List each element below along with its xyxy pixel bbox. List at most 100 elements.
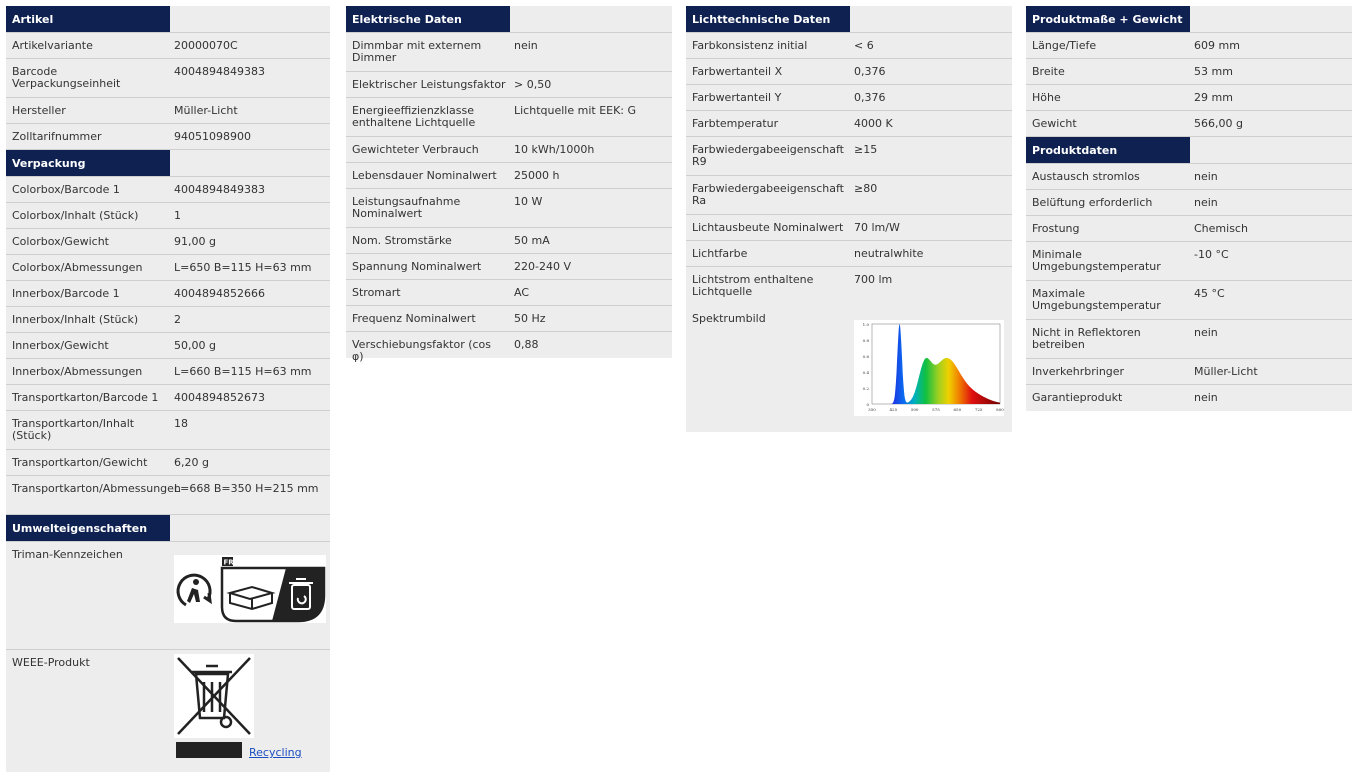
- row-value: ≥15: [854, 143, 878, 156]
- section-header-masse: Produktmaße + Gewicht: [1026, 6, 1352, 33]
- row-label: Nom. Stromstärke: [352, 234, 452, 247]
- row-label: Lebensdauer Nominalwert: [352, 169, 497, 182]
- y-tick-label: 1.0: [863, 322, 870, 327]
- row-label: WEEE-Produkt: [12, 656, 90, 669]
- row-value: 4004894852673: [174, 391, 265, 404]
- row-value: 1: [174, 209, 181, 222]
- row-value: 2: [174, 313, 181, 326]
- table-row: Breite 53 mm: [1026, 59, 1352, 85]
- section-title: Umwelteigenschaften: [6, 515, 170, 541]
- section-title: Elektrische Daten: [346, 6, 510, 32]
- x-tick-label: 575: [932, 407, 940, 412]
- table-row: Belüftung erforderlich nein: [1026, 190, 1352, 216]
- table-row: Farbwertanteil Y 0,376: [686, 85, 1012, 111]
- row-label: Zolltarifnummer: [12, 130, 102, 143]
- table-row: Nom. Stromstärke 50 mA: [346, 228, 672, 254]
- table-row: Farbkonsistenz initial < 6: [686, 33, 1012, 59]
- table-row: Farbtemperatur 4000 K: [686, 111, 1012, 137]
- row-label: Lichtfarbe: [692, 247, 748, 260]
- y-tick-label: 0.6: [863, 354, 870, 359]
- table-row: Lichtausbeute Nominalwert 70 lm/W: [686, 215, 1012, 241]
- section-title: Artikel: [6, 6, 170, 32]
- row-value: 50,00 g: [174, 339, 216, 352]
- table-row: Hersteller Müller-Licht: [6, 98, 330, 124]
- row-label: Maximale Umgebungstemperatur: [1032, 287, 1161, 312]
- section-header-elektrisch: Elektrische Daten: [346, 6, 672, 33]
- recycling-link[interactable]: Recycling: [249, 747, 302, 758]
- row-label: Farbwertanteil Y: [692, 91, 782, 104]
- row-value: AC: [514, 286, 530, 299]
- row-value: 10 W: [514, 195, 543, 208]
- table-row: WEEE-Produkt Recycling: [6, 650, 330, 772]
- section-header-verpackung: Verpackung: [6, 150, 330, 177]
- row-label: Colorbox/Inhalt (Stück): [12, 209, 139, 222]
- row-label: Innerbox/Abmessungen: [12, 365, 143, 378]
- x-tick-label: 425: [890, 407, 898, 412]
- row-value: L=660 B=115 H=63 mm: [174, 365, 312, 378]
- column-produkt: Produktmaße + Gewicht Länge/Tiefe 609 mm B…: [1026, 6, 1352, 411]
- table-row: Höhe 29 mm: [1026, 85, 1352, 111]
- row-value: L=668 B=350 H=215 mm: [174, 482, 319, 495]
- row-value: -10 °C: [1194, 248, 1229, 261]
- masse-rows: Länge/Tiefe 609 mm Breite 53 mm Höhe 29 mm Gew…: [1026, 33, 1352, 137]
- column-lichttechnische-daten: Lichttechnische Daten Farbkonsistenz ini…: [686, 6, 1012, 432]
- x-tick-label: 725: [975, 407, 983, 412]
- table-row: Verschiebungsfaktor (cos φ) 0,88: [346, 332, 672, 363]
- row-label: Triman-Kennzeichen: [12, 548, 123, 561]
- row-value: 609 mm: [1194, 39, 1240, 52]
- row-label: Nicht in Reflektoren betreiben: [1032, 326, 1141, 351]
- table-row: Elektrischer Leistungsfaktor > 0,50: [346, 72, 672, 98]
- table-row: Farbwertanteil X 0,376: [686, 59, 1012, 85]
- table-row: Innerbox/Abmessungen L=660 B=115 H=63 mm: [6, 359, 330, 385]
- x-tick-label: 650: [954, 407, 962, 412]
- section-header-produktdaten: Produktdaten: [1026, 137, 1352, 164]
- row-label: Garantieprodukt: [1032, 391, 1123, 404]
- row-value: nein: [1194, 196, 1218, 209]
- row-label: Colorbox/Abmessungen: [12, 261, 143, 274]
- table-row: Farbwiedergabeeigenschaft R9 ≥15: [686, 137, 1012, 176]
- fr-badge: FR: [224, 559, 235, 567]
- table-row: Lichtstrom enthaltene Lichtquelle 700 lm: [686, 267, 1012, 306]
- row-label: Frostung: [1032, 222, 1080, 235]
- row-label: Innerbox/Barcode 1: [12, 287, 120, 300]
- table-row: Colorbox/Gewicht 91,00 g: [6, 229, 330, 255]
- row-label: Colorbox/Gewicht: [12, 235, 109, 248]
- row-label: Stromart: [352, 286, 401, 299]
- x-tick-label: 500: [911, 407, 919, 412]
- section-title: Verpackung: [6, 150, 170, 176]
- table-row: Colorbox/Barcode 1 4004894849383: [6, 177, 330, 203]
- row-label: Höhe: [1032, 91, 1061, 104]
- column-elektrische-daten: Elektrische Daten Dimmbar mit externem D…: [346, 6, 672, 363]
- row-label: Belüftung erforderlich: [1032, 196, 1153, 209]
- row-label: Länge/Tiefe: [1032, 39, 1097, 52]
- row-label: Farbwiedergabeeigenschaft R9: [692, 143, 844, 168]
- table-row: Gewicht 566,00 g: [1026, 111, 1352, 137]
- table-row: Barcode Verpackungseinheit 4004894849383: [6, 59, 330, 98]
- row-value: 20000070C: [174, 39, 238, 52]
- y-tick-label: 0.4: [863, 370, 870, 375]
- elektrisch-rows: Dimmbar mit externem Dimmer nein Elektrisc…: [346, 33, 672, 363]
- table-row: Transportkarton/Abmessungen L=668 B=350 H…: [6, 476, 330, 515]
- row-value: 18: [174, 417, 188, 430]
- row-label: Gewicht: [1032, 117, 1077, 130]
- table-row: Nicht in Reflektoren betreiben nein: [1026, 320, 1352, 359]
- table-row: Innerbox/Barcode 1 4004894852666: [6, 281, 330, 307]
- row-value: 10 kWh/1000h: [514, 143, 595, 156]
- row-label: Artikelvariante: [12, 39, 93, 52]
- row-value: 25000 h: [514, 169, 560, 182]
- row-value: 29 mm: [1194, 91, 1233, 104]
- table-row: Innerbox/Inhalt (Stück) 2: [6, 307, 330, 333]
- row-label: Dimmbar mit externem Dimmer: [352, 39, 482, 64]
- spectrum-area: [872, 324, 1000, 404]
- row-label: Leistungsaufnahme Nominalwert: [352, 195, 461, 220]
- section-header-licht: Lichttechnische Daten: [686, 6, 1012, 33]
- table-row: Gewichteter Verbrauch 10 kWh/1000h: [346, 137, 672, 163]
- table-row: Transportkarton/Barcode 1 4004894852673: [6, 385, 330, 411]
- table-row: Inverkehrbringer Müller-Licht: [1026, 359, 1352, 385]
- row-label: Farbwertanteil X: [692, 65, 783, 78]
- x-tick-label: 800: [996, 407, 1004, 412]
- table-row: Farbwiedergabeeigenschaft Ra ≥80: [686, 176, 1012, 215]
- row-value: 0,376: [854, 65, 886, 78]
- row-label: Transportkarton/Inhalt (Stück): [12, 417, 135, 442]
- row-value: 220-240 V: [514, 260, 571, 273]
